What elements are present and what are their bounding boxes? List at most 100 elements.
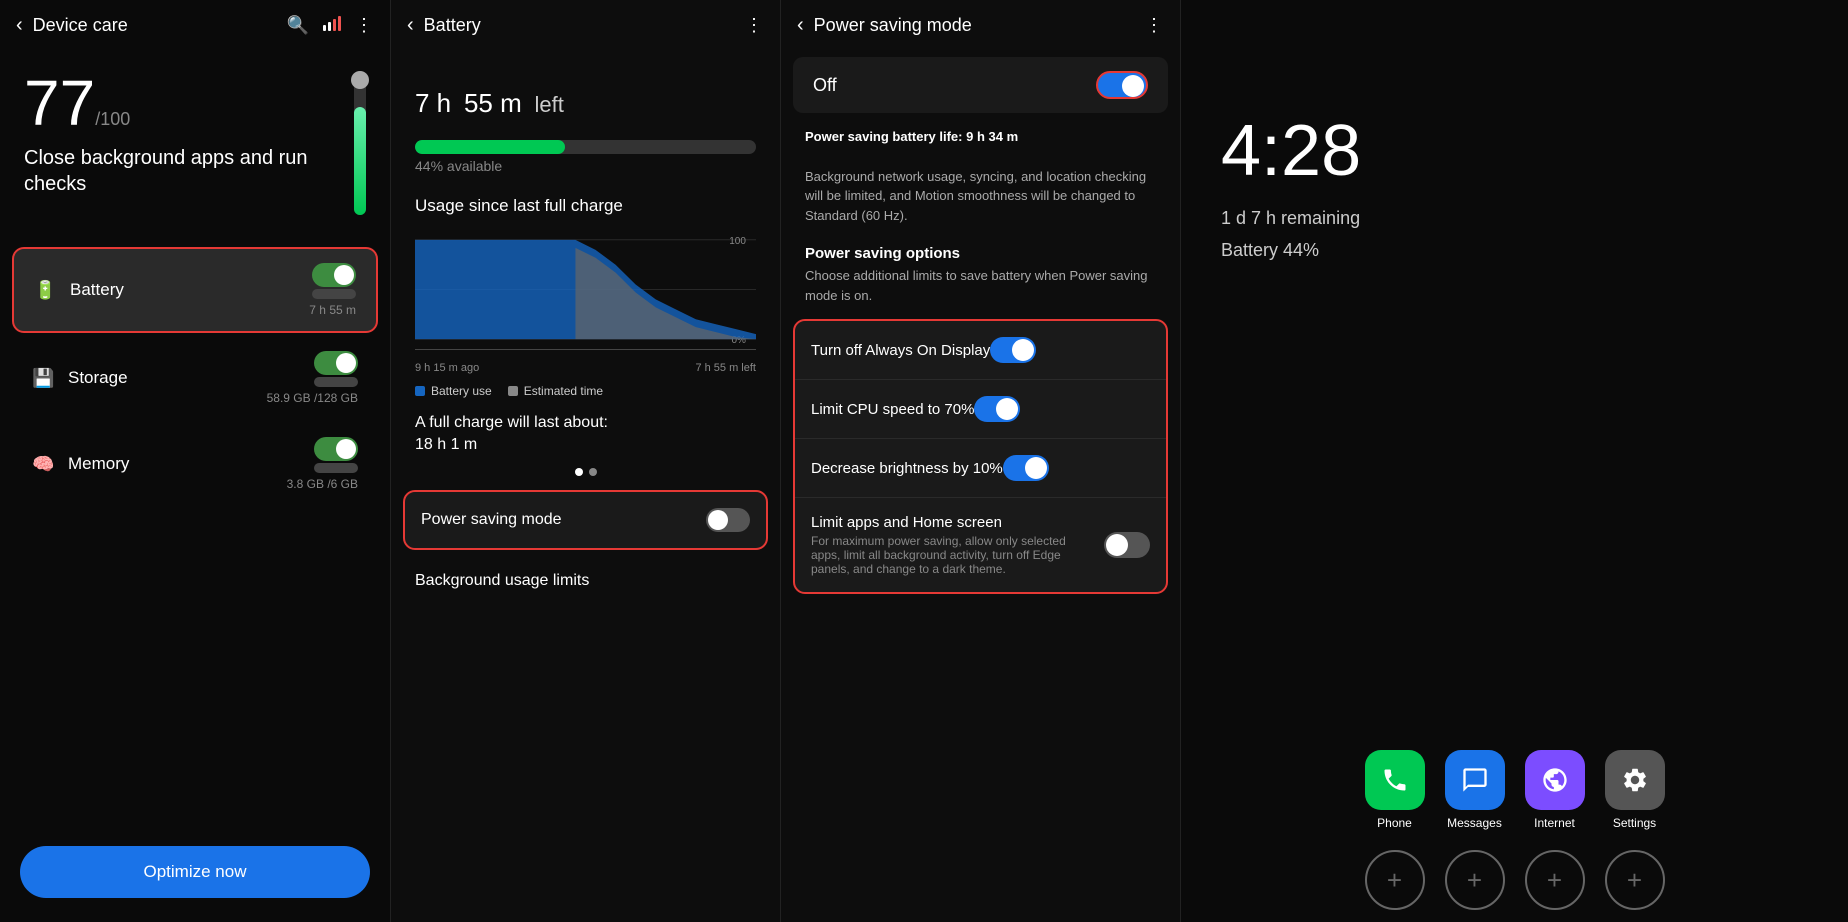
battery-more-icon[interactable]: ⋮ <box>745 15 764 36</box>
aod-battery-text: Battery 44% <box>1221 234 1808 266</box>
ps-option-cpu[interactable]: Limit CPU speed to 70% <box>795 380 1166 439</box>
score-section: 77/100 Close background apps and run che… <box>0 51 390 235</box>
brightness-toggle[interactable] <box>1003 455 1049 481</box>
score-left: 77/100 Close background apps and run che… <box>24 71 338 197</box>
back-icon[interactable]: ‹ <box>16 14 23 37</box>
power-saving-thumb <box>708 510 728 530</box>
storage-icon: 💾 <box>32 368 60 389</box>
brightness-toggle-thumb <box>1025 457 1047 479</box>
storage-item-value: 58.9 GB /128 GB <box>267 391 358 405</box>
power-saving-row[interactable]: Power saving mode <box>403 490 768 550</box>
ps-main-toggle[interactable] <box>1096 71 1148 99</box>
add-button-2[interactable]: + <box>1445 850 1505 910</box>
ps-option-cpu-text: Limit CPU speed to 70% <box>811 401 974 418</box>
signal-icon <box>323 15 341 36</box>
battery-list-item[interactable]: 🔋 Battery 7 h 55 m <box>12 247 378 333</box>
ps-option-limit-apps[interactable]: Limit apps and Home screen For maximum p… <box>795 498 1166 592</box>
device-care-title: Device care <box>33 15 287 36</box>
power-saving-toggle[interactable] <box>706 508 750 532</box>
score-bar-fill <box>354 107 366 215</box>
add-button-1[interactable]: + <box>1365 850 1425 910</box>
chart-legend: Battery use Estimated time <box>391 378 780 404</box>
add-buttons-row: + + + + <box>1181 838 1848 922</box>
battery-time-large: 7 h 55 m left <box>415 71 756 122</box>
aod-remaining: 1 d 7 h remaining Battery 44% <box>1181 202 1848 267</box>
ps-option-brightness[interactable]: Decrease brightness by 10% <box>795 439 1166 498</box>
ps-info-text: Background network usage, syncing, and l… <box>781 159 1180 238</box>
battery-toggle-thumb <box>334 265 354 285</box>
memory-list-item[interactable]: 🧠 Memory 3.8 GB /6 GB <box>12 423 378 505</box>
legend-estimated-label: Estimated time <box>524 384 603 398</box>
ps-more-icon[interactable]: ⋮ <box>1145 15 1164 36</box>
score-description: Close background apps and run checks <box>24 145 338 197</box>
memory-item-label: Memory <box>68 454 287 474</box>
legend-estimated: Estimated time <box>508 384 603 398</box>
memory-icon: 🧠 <box>32 454 60 475</box>
power-saving-topbar: ‹ Power saving mode ⋮ <box>781 0 1180 51</box>
score-display: 77/100 <box>24 71 338 135</box>
storage-toggle-track[interactable] <box>314 351 358 375</box>
add-button-3[interactable]: + <box>1525 850 1585 910</box>
app-internet[interactable]: Internet <box>1525 750 1585 830</box>
aod-remaining-text: 1 d 7 h remaining <box>1221 202 1808 234</box>
chart-label-left: 9 h 15 m ago <box>415 362 479 374</box>
battery-left-label: left <box>535 92 564 117</box>
app-phone[interactable]: Phone <box>1365 750 1425 830</box>
battery-title: Battery <box>424 15 745 36</box>
page-dot-1 <box>575 468 583 476</box>
panel-battery: ‹ Battery ⋮ 7 h 55 m left 44% available … <box>390 0 780 922</box>
cpu-toggle-thumb <box>996 398 1018 420</box>
messages-label: Messages <box>1447 816 1502 830</box>
battery-toggle-sub <box>312 289 356 299</box>
ps-option-aod-label: Turn off Always On Display <box>811 342 990 359</box>
ps-option-aod-text: Turn off Always On Display <box>811 342 990 359</box>
legend-estimated-dot <box>508 386 518 396</box>
full-charge-label: A full charge will last about: <box>391 404 780 436</box>
panel-device-care: ‹ Device care 🔍 ⋮ 77/100 Close backgroun… <box>0 0 390 922</box>
settings-icon <box>1605 750 1665 810</box>
app-messages[interactable]: Messages <box>1445 750 1505 830</box>
chart-label-right: 7 h 55 m left <box>695 362 756 374</box>
optimize-now-button[interactable]: Optimize now <box>20 846 370 898</box>
panel-power-saving: ‹ Power saving mode ⋮ Off Power saving b… <box>780 0 1180 922</box>
search-icon[interactable]: 🔍 <box>287 15 309 36</box>
legend-battery-dot <box>415 386 425 396</box>
more-menu-icon[interactable]: ⋮ <box>355 15 374 36</box>
ps-option-brightness-text: Decrease brightness by 10% <box>811 460 1003 477</box>
limit-apps-toggle[interactable] <box>1104 532 1150 558</box>
storage-list-item[interactable]: 💾 Storage 58.9 GB /128 GB <box>12 337 378 419</box>
battery-item-label: Battery <box>70 280 309 300</box>
ps-main-thumb <box>1122 75 1144 97</box>
home-apps-row: Phone Messages Internet Settings <box>1181 726 1848 838</box>
ps-option-limit-apps-text: Limit apps and Home screen For maximum p… <box>811 514 1096 576</box>
app-settings[interactable]: Settings <box>1605 750 1665 830</box>
cpu-toggle[interactable] <box>974 396 1020 422</box>
battery-toggle-track[interactable] <box>312 263 356 287</box>
battery-mins: 55 m <box>464 88 522 118</box>
aod-toggle-thumb <box>1012 339 1034 361</box>
memory-toggle-track[interactable] <box>314 437 358 461</box>
aod-toggle[interactable] <box>990 337 1036 363</box>
memory-toggle-thumb <box>336 439 356 459</box>
ps-options-box: Turn off Always On Display Limit CPU spe… <box>793 319 1168 594</box>
internet-icon <box>1525 750 1585 810</box>
ps-off-row: Off <box>793 57 1168 113</box>
limit-apps-thumb <box>1106 534 1128 556</box>
ps-option-brightness-label: Decrease brightness by 10% <box>811 460 1003 477</box>
storage-toggle-sub <box>314 377 358 387</box>
battery-hours: 7 h <box>415 88 451 118</box>
ps-off-label: Off <box>813 75 1096 96</box>
battery-back-icon[interactable]: ‹ <box>407 14 414 37</box>
ps-option-aod[interactable]: Turn off Always On Display <box>795 321 1166 380</box>
power-saving-label: Power saving mode <box>421 511 706 529</box>
ps-battery-life-bold: Power saving battery life: 9 h 34 m <box>805 129 1018 144</box>
battery-progress-fill <box>415 140 565 154</box>
score-number: 77 <box>24 67 95 139</box>
add-button-4[interactable]: + <box>1605 850 1665 910</box>
ps-back-icon[interactable]: ‹ <box>797 14 804 37</box>
full-charge-value: 18 h 1 m <box>391 436 780 462</box>
device-care-topbar: ‹ Device care 🔍 ⋮ <box>0 0 390 51</box>
storage-item-label: Storage <box>68 368 267 388</box>
panel-home: 4:28 1 d 7 h remaining Battery 44% Phone… <box>1180 0 1848 922</box>
usage-section-label: Usage since last full charge <box>391 184 780 222</box>
